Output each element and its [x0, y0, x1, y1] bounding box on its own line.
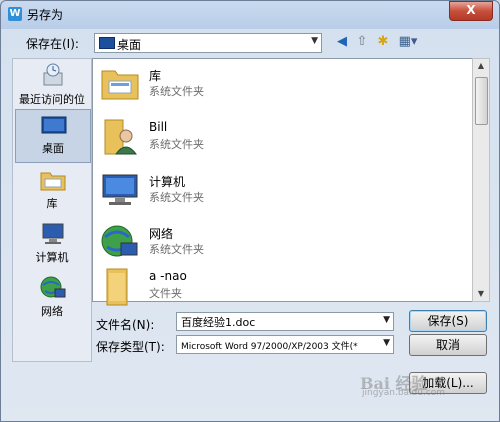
- item-name: a -nao: [149, 269, 187, 283]
- list-item[interactable]: a -nao 文件夹: [97, 263, 457, 313]
- filename-field[interactable]: 百度经验1.doc ▼: [176, 312, 394, 331]
- place-label: 桌面: [42, 142, 64, 155]
- place-computer[interactable]: 计算机: [15, 219, 89, 271]
- list-item[interactable]: 计算机 系统文件夹: [97, 167, 457, 217]
- location-text: 桌面: [117, 38, 142, 52]
- libraries-icon: [40, 172, 66, 191]
- back-icon[interactable]: ◀: [334, 33, 350, 51]
- item-name: 网络: [149, 227, 174, 241]
- close-button[interactable]: X: [449, 1, 493, 21]
- list-item[interactable]: Bill 系统文件夹: [97, 114, 457, 164]
- desktop-icon: [41, 116, 67, 134]
- up-folder-icon[interactable]: ⇧: [354, 33, 370, 51]
- filename-label: 文件名(N):: [96, 318, 155, 332]
- save-button[interactable]: 保存(S): [409, 310, 487, 332]
- file-list[interactable]: 库 系统文件夹 Bill 系统文件夹 计算机 系统文件夹 网络 系统文件夹 a …: [92, 58, 474, 306]
- filetype-label: 保存类型(T):: [96, 340, 165, 354]
- chevron-down-icon[interactable]: ▼: [383, 338, 390, 348]
- views-menu-icon[interactable]: ▦▾: [397, 33, 419, 51]
- item-type: 系统文件夹: [149, 191, 204, 204]
- filetype-value: Microsoft Word 97/2000/XP/2003 文件(*: [181, 342, 358, 352]
- chevron-down-icon[interactable]: ▼: [383, 315, 390, 325]
- computer-icon: [42, 223, 64, 244]
- item-type: 系统文件夹: [149, 85, 204, 98]
- item-type: 系统文件夹: [149, 243, 204, 256]
- chevron-down-icon[interactable]: ▼: [311, 36, 318, 46]
- item-name: 计算机: [149, 175, 186, 189]
- places-bar: 最近访问的位置 桌面 库 计算机 网络: [12, 58, 92, 362]
- network-icon: [40, 276, 66, 298]
- place-network[interactable]: 网络: [15, 273, 89, 325]
- filetype-select[interactable]: Microsoft Word 97/2000/XP/2003 文件(* ▼: [176, 335, 394, 354]
- dialog-title: 另存为: [27, 8, 64, 22]
- item-type: 文件夹: [149, 287, 182, 300]
- user-folder-icon: [104, 119, 137, 155]
- title-bar[interactable]: W 另存为 X: [1, 1, 499, 27]
- scroll-down-icon[interactable]: ▼: [473, 287, 489, 301]
- app-icon: W: [8, 7, 22, 21]
- list-item[interactable]: 库 系统文件夹: [97, 61, 457, 111]
- computer-icon: [102, 174, 138, 205]
- place-label: 网络: [41, 305, 63, 318]
- vertical-scrollbar[interactable]: ▲ ▼: [472, 58, 490, 302]
- list-item[interactable]: 网络 系统文件夹: [97, 219, 457, 269]
- desktop-icon: [99, 37, 115, 49]
- recent-places-icon: [43, 63, 63, 86]
- place-label: 计算机: [35, 251, 69, 264]
- cancel-button[interactable]: 取消: [409, 334, 487, 356]
- network-icon: [101, 225, 138, 257]
- item-name: Bill: [149, 120, 168, 134]
- filename-value: 百度经验1.doc: [181, 316, 256, 329]
- item-name: 库: [149, 69, 162, 83]
- folder-icon: [106, 268, 128, 306]
- item-type: 系统文件夹: [149, 138, 204, 151]
- libraries-folder-icon: [101, 70, 139, 100]
- place-label: 库: [46, 197, 58, 210]
- scroll-up-icon[interactable]: ▲: [473, 59, 489, 73]
- new-folder-icon[interactable]: ✱: [375, 33, 391, 51]
- save-in-label: 保存在(I):: [26, 37, 79, 51]
- place-desktop[interactable]: 桌面: [15, 109, 91, 163]
- watermark-url: jingyan.baidu.com: [362, 388, 446, 398]
- location-dropdown[interactable]: 桌面 ▼: [94, 33, 322, 53]
- scrollbar-thumb[interactable]: [475, 77, 488, 125]
- place-recent[interactable]: 最近访问的位置: [15, 61, 89, 122]
- place-libraries[interactable]: 库: [15, 165, 89, 217]
